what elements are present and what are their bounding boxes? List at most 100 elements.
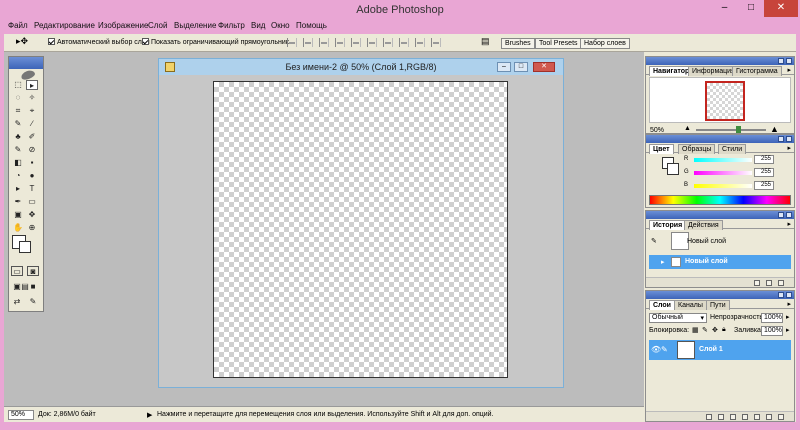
lasso-tool-icon[interactable]: ◌ (12, 93, 24, 103)
clone-stamp-tool-icon[interactable]: ♣ (12, 132, 24, 142)
lock-image-icon[interactable]: ✎ (702, 326, 708, 334)
channel-g-value[interactable]: 255 (754, 168, 774, 177)
navigator-zoom-value[interactable]: 50% (650, 127, 664, 134)
document-minimize-button[interactable]: – (497, 62, 511, 72)
screen-mode-fullscreen-icon[interactable]: ■ (27, 282, 39, 292)
move-tool-preset-icon[interactable]: ▸✥ (16, 36, 28, 47)
new-group-icon[interactable] (754, 414, 760, 420)
blend-mode-select[interactable]: Обычный ▾ (649, 313, 707, 323)
panel-menu-icon[interactable]: ▸ (787, 220, 791, 228)
tab-actions[interactable]: Действия (684, 220, 723, 230)
panel-menu-icon[interactable]: ▸ (787, 300, 791, 308)
canvas[interactable] (213, 81, 508, 378)
panel-close-icon[interactable] (786, 136, 792, 142)
edit-icon[interactable]: ✎ (27, 297, 39, 307)
menu-view[interactable]: Вид (251, 21, 265, 30)
menu-image[interactable]: Изображение (98, 21, 148, 30)
lock-all-icon[interactable]: 🔒︎ (722, 326, 726, 334)
panel-header[interactable] (646, 291, 794, 299)
new-snapshot-icon[interactable] (766, 280, 772, 286)
menu-filter[interactable]: Фильтр (218, 21, 245, 30)
tab-swatches[interactable]: Образцы (678, 144, 716, 154)
tab-paths[interactable]: Пути (706, 300, 730, 310)
well-tab-tool-presets[interactable]: Tool Presets (535, 38, 582, 49)
new-fill-layer-icon[interactable] (742, 414, 748, 420)
layer-brush-icon[interactable]: ✎ (661, 345, 668, 354)
menu-help[interactable]: Помощь (296, 21, 327, 30)
opacity-arrow-icon[interactable]: ▸ (786, 313, 790, 321)
new-layer-icon[interactable] (766, 414, 772, 420)
fill-arrow-icon[interactable]: ▸ (786, 326, 790, 334)
channel-r-slider[interactable] (694, 158, 752, 162)
align-bottom-icon[interactable] (319, 38, 329, 47)
align-top-icon[interactable] (287, 38, 297, 47)
fill-input[interactable]: 100% (761, 326, 783, 336)
layer-row[interactable]: 👁︎ ✎ Слой 1 (649, 340, 791, 360)
align-right-icon[interactable] (367, 38, 377, 47)
layer-style-icon[interactable] (718, 414, 724, 420)
panel-header[interactable] (646, 135, 794, 143)
blur-tool-icon[interactable]: ◧ (12, 158, 24, 168)
well-tab-brushes[interactable]: Brushes (501, 38, 535, 49)
delete-state-icon[interactable] (778, 280, 784, 286)
tab-navigator[interactable]: Навигатор (649, 66, 694, 76)
close-button[interactable]: ✕ (764, 0, 798, 17)
extra-1-tool-icon[interactable]: ✋ (12, 223, 24, 233)
menu-edit[interactable]: Редактирование (34, 21, 95, 30)
channel-b-value[interactable]: 255 (754, 181, 774, 190)
distribute-bottom-icon[interactable] (415, 38, 425, 47)
move-tool-icon[interactable]: ▸ (26, 80, 38, 90)
well-tab-layer-comps[interactable]: Набор слоев (580, 38, 630, 49)
panel-header[interactable] (646, 57, 794, 65)
tab-histogram[interactable]: Гистограмма (732, 66, 782, 76)
history-brush-tool-icon[interactable]: ✐ (26, 132, 38, 142)
status-menu-arrow-icon[interactable]: ▶ (147, 411, 152, 419)
menu-window[interactable]: Окно (271, 21, 290, 30)
align-left-icon[interactable] (335, 38, 345, 47)
quick-mask-icon[interactable]: ◙ (27, 266, 39, 276)
panel-close-icon[interactable] (786, 292, 792, 298)
gradient-tool-icon[interactable]: ⊘ (26, 145, 38, 155)
dodge-tool-icon[interactable]: ▪ (26, 158, 38, 168)
tab-styles[interactable]: Стили (718, 144, 747, 154)
panel-close-icon[interactable] (786, 212, 792, 218)
toolbox-header[interactable] (9, 57, 43, 69)
layer-mask-icon[interactable] (730, 414, 736, 420)
brush-tool-icon[interactable]: ∕ (26, 119, 38, 129)
status-zoom-field[interactable]: 50% (8, 410, 34, 420)
maximize-button[interactable]: □ (738, 0, 764, 17)
tab-layers[interactable]: Слои (649, 300, 675, 310)
delete-layer-icon[interactable] (778, 414, 784, 420)
document-close-button[interactable]: ✕ (533, 62, 555, 72)
align-hcenter-icon[interactable] (351, 38, 361, 47)
panel-minimize-icon[interactable] (778, 212, 784, 218)
history-brush-icon[interactable]: ✎ (651, 237, 657, 245)
opacity-input[interactable]: 100% (761, 313, 783, 323)
show-bbox-checkbox[interactable]: Показать ограничивающий прямоугольник (142, 38, 289, 46)
eraser-tool-icon[interactable]: ✎ (12, 145, 24, 155)
zoom-tool-icon[interactable]: ✥ (26, 210, 38, 220)
link-layers-icon[interactable] (706, 414, 712, 420)
navigator-preview[interactable] (649, 77, 791, 123)
magic-wand-tool-icon[interactable]: ✧ (26, 93, 38, 103)
panel-menu-icon[interactable]: ▸ (787, 66, 791, 74)
color-background-swatch[interactable] (667, 163, 679, 175)
type-tool-icon[interactable]: ● (26, 171, 38, 181)
menu-layer[interactable]: Слой (148, 21, 167, 30)
history-snapshot[interactable]: ✎ Новый слой (649, 231, 791, 253)
channel-b-slider[interactable] (694, 184, 752, 188)
navigator-zoom-slider[interactable] (696, 126, 766, 133)
lock-position-icon[interactable]: ✥ (712, 326, 718, 334)
distribute-vcenter-icon[interactable] (399, 38, 409, 47)
hand-tool-icon[interactable]: ▣ (12, 210, 24, 220)
tab-color[interactable]: Цвет (649, 144, 674, 154)
channel-r-value[interactable]: 255 (754, 155, 774, 164)
menu-select[interactable]: Выделение (174, 21, 216, 30)
channel-g-slider[interactable] (694, 171, 752, 175)
history-item-active[interactable]: ▸ Новый слой (649, 255, 791, 269)
panel-menu-icon[interactable]: ▸ (787, 144, 791, 152)
panel-minimize-icon[interactable] (778, 292, 784, 298)
panel-minimize-icon[interactable] (778, 136, 784, 142)
notes-tool-icon[interactable]: ✒ (12, 197, 24, 207)
eyedropper-tool-icon[interactable]: ▭ (26, 197, 38, 207)
